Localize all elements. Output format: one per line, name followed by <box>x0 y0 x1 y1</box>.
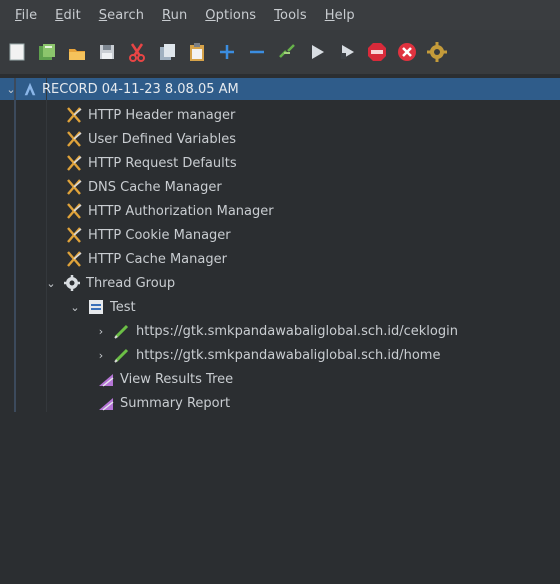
settings-icon <box>427 42 447 62</box>
config-scissors-icon <box>64 226 84 244</box>
tree-node-config[interactable]: HTTP Cookie Manager <box>64 224 231 246</box>
shutdown-icon <box>398 43 416 61</box>
config-label: HTTP Cookie Manager <box>88 227 231 243</box>
save-button[interactable] <box>96 41 118 63</box>
shutdown-button[interactable] <box>396 41 418 63</box>
paste-icon <box>190 43 204 61</box>
chevron-down-icon[interactable]: ⌄ <box>4 83 18 96</box>
test-plan-tree: ⌄ RECORD 04-11-23 8.08.05 AM HTTP Header… <box>0 78 560 584</box>
tree-node-sampler[interactable]: › https://gtk.smkpandawabaliglobal.sch.i… <box>94 344 440 366</box>
tree-guide-line <box>46 78 47 412</box>
menu-help[interactable]: Help <box>316 8 364 23</box>
menu-run[interactable]: Run <box>153 8 196 23</box>
expand-icon <box>220 45 234 59</box>
toggle-button[interactable] <box>276 41 298 63</box>
config-scissors-icon <box>64 154 84 172</box>
tree-node-config[interactable]: HTTP Authorization Manager <box>64 200 274 222</box>
pipette-icon <box>112 346 132 364</box>
collapse-icon <box>250 50 264 54</box>
templates-button[interactable] <box>36 41 58 63</box>
config-label: HTTP Cache Manager <box>88 251 227 267</box>
tree-node-config[interactable]: HTTP Request Defaults <box>64 152 237 174</box>
start-button[interactable] <box>306 41 328 63</box>
tree-node-config[interactable]: DNS Cache Manager <box>64 176 222 198</box>
tree-guide-line <box>14 78 16 412</box>
controller-label: Test <box>110 299 136 315</box>
expand-button[interactable] <box>216 41 238 63</box>
sampler-label: https://gtk.smkpandawabaliglobal.sch.id/… <box>136 323 458 339</box>
config-scissors-icon <box>64 178 84 196</box>
chevron-right-icon[interactable]: › <box>94 349 108 362</box>
controller-icon <box>86 298 106 316</box>
templates-icon <box>39 44 55 60</box>
stop-button[interactable] <box>366 41 388 63</box>
paste-button[interactable] <box>186 41 208 63</box>
test-plan-label: RECORD 04-11-23 8.08.05 AM <box>42 81 239 97</box>
pipette-icon <box>112 322 132 340</box>
menu-bar: File Edit Search Run Options Tools Help <box>0 0 560 30</box>
copy-button[interactable] <box>156 41 178 63</box>
tree-node-config[interactable]: HTTP Header manager <box>64 104 235 126</box>
copy-icon <box>160 44 175 60</box>
new-icon <box>9 43 25 61</box>
listener-label: View Results Tree <box>120 371 234 387</box>
start-no-pause-button[interactable] <box>336 41 358 63</box>
tree-node-test-plan[interactable]: ⌄ RECORD 04-11-23 8.08.05 AM <box>4 78 239 100</box>
config-scissors-icon <box>64 250 84 268</box>
config-scissors-icon <box>64 106 84 124</box>
menu-file[interactable]: File <box>6 8 46 23</box>
start-icon <box>312 45 324 59</box>
tree-node-thread-group[interactable]: ⌄ Thread Group <box>44 272 175 294</box>
menu-edit[interactable]: Edit <box>46 8 90 23</box>
open-button[interactable] <box>66 41 88 63</box>
listener-label: Summary Report <box>120 395 231 411</box>
tree-node-config[interactable]: HTTP Cache Manager <box>64 248 227 270</box>
menu-options[interactable]: Options <box>196 8 265 23</box>
collapse-button[interactable] <box>246 41 268 63</box>
tree-node-listener[interactable]: View Results Tree <box>96 368 233 390</box>
chart-icon <box>96 394 116 412</box>
sampler-label: https://gtk.smkpandawabaliglobal.sch.id/… <box>136 347 441 363</box>
save-icon <box>100 45 114 59</box>
thread-group-label: Thread Group <box>86 275 176 291</box>
config-label: HTTP Authorization Manager <box>88 203 274 219</box>
config-label: User Defined Variables <box>88 131 236 147</box>
tree-node-sampler[interactable]: › https://gtk.smkpandawabaliglobal.sch.i… <box>94 320 458 342</box>
tree-node-controller[interactable]: ⌄ Test <box>68 296 136 318</box>
chevron-down-icon[interactable]: ⌄ <box>44 277 58 290</box>
new-button[interactable] <box>6 41 28 63</box>
config-label: DNS Cache Manager <box>88 179 222 195</box>
gear-icon <box>62 274 82 292</box>
chevron-right-icon[interactable]: › <box>94 325 108 338</box>
chart-icon <box>96 370 116 388</box>
tree-node-listener[interactable]: Summary Report <box>96 392 230 414</box>
chevron-down-icon[interactable]: ⌄ <box>68 301 82 314</box>
config-label: HTTP Request Defaults <box>88 155 237 171</box>
tree-node-config[interactable]: User Defined Variables <box>64 128 236 150</box>
settings-button[interactable] <box>426 41 448 63</box>
start-no-pause-icon <box>341 45 354 59</box>
stop-icon <box>368 43 386 61</box>
open-icon <box>69 49 85 60</box>
toggle-icon <box>279 44 295 58</box>
config-scissors-icon <box>64 130 84 148</box>
cut-button[interactable] <box>126 41 148 63</box>
config-scissors-icon <box>64 202 84 220</box>
cut-icon <box>129 43 145 62</box>
toolbar <box>0 30 560 74</box>
config-label: HTTP Header manager <box>88 107 236 123</box>
menu-search[interactable]: Search <box>90 8 153 23</box>
test-plan-icon <box>22 80 38 98</box>
menu-tools[interactable]: Tools <box>265 8 316 23</box>
